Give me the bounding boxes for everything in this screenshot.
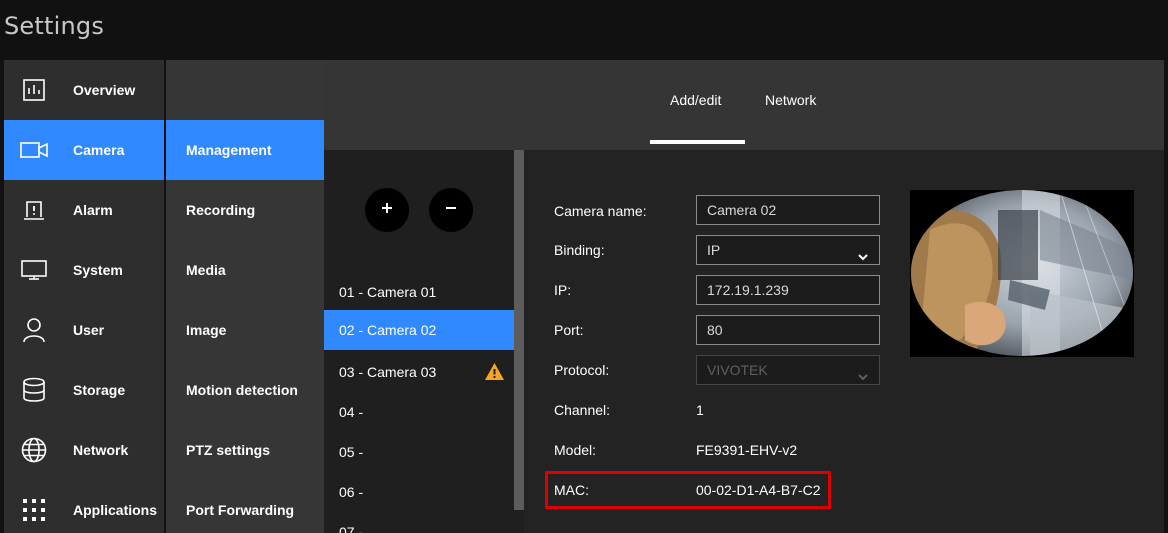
mac-value: 00-02-D1-A4-B7-C2 bbox=[696, 482, 821, 498]
sidebar-item-label: Alarm bbox=[73, 202, 113, 218]
tab-bar: Add/edit Network bbox=[324, 60, 1164, 150]
sidebar-item-system[interactable]: System bbox=[4, 240, 164, 300]
sidebar-item-user[interactable]: User bbox=[4, 300, 164, 360]
subnav-item-label: Media bbox=[186, 262, 226, 278]
camera-list-item[interactable]: 03 - Camera 03 bbox=[324, 352, 514, 392]
camera-list-scrollbar[interactable] bbox=[514, 150, 524, 533]
camera-list-item-label: 01 - Camera 01 bbox=[339, 284, 437, 300]
sidebar-item-label: Storage bbox=[73, 382, 126, 398]
binding-label: Binding: bbox=[554, 242, 605, 258]
active-tab-indicator bbox=[650, 140, 745, 144]
subnav-item-label: Image bbox=[186, 322, 227, 338]
sidebar-item-label: Applications bbox=[73, 502, 158, 518]
sidebar-item-network[interactable]: Network bbox=[4, 420, 164, 480]
alarm-icon bbox=[20, 196, 48, 224]
channel-value: 1 bbox=[696, 402, 704, 418]
sidebar-item-label: Camera bbox=[73, 142, 125, 158]
user-icon bbox=[20, 316, 48, 344]
ip-label: IP: bbox=[554, 282, 572, 298]
sidebar-item-overview[interactable]: Overview bbox=[4, 60, 164, 120]
page-title: Settings bbox=[4, 12, 105, 40]
port-input[interactable]: 80 bbox=[696, 315, 880, 345]
ip-input[interactable]: 172.19.1.239 bbox=[696, 275, 880, 305]
subnav-item-image[interactable]: Image bbox=[166, 300, 324, 360]
camera-list-item[interactable]: 01 - Camera 01 bbox=[324, 272, 514, 312]
camera-list-item-label: 07 - bbox=[339, 524, 364, 533]
add-camera-button[interactable] bbox=[365, 188, 409, 232]
camera-list-item[interactable]: 06 - bbox=[324, 472, 514, 512]
camera-list-item[interactable]: 02 - Camera 02 bbox=[324, 310, 514, 350]
binding-select[interactable]: IP bbox=[696, 235, 880, 265]
camera-list-item-label: 02 - Camera 02 bbox=[339, 322, 437, 338]
camera-list-item[interactable]: 05 - bbox=[324, 432, 514, 472]
subnav-item-label: Motion detection bbox=[186, 382, 298, 398]
port-value: 80 bbox=[707, 322, 723, 338]
sidebar-item-applications[interactable]: Applications bbox=[4, 480, 164, 533]
remove-camera-button[interactable] bbox=[429, 188, 473, 232]
apps-grid-icon bbox=[20, 496, 48, 524]
camera-subnav: Management Recording Media Image Motion … bbox=[166, 60, 324, 533]
subnav-item-label: Port Forwarding bbox=[186, 502, 295, 518]
camera-list-item[interactable]: 07 - bbox=[324, 512, 514, 533]
overview-chart-icon bbox=[20, 76, 48, 104]
model-value: FE9391-EHV-v2 bbox=[696, 442, 798, 458]
storage-icon bbox=[20, 376, 48, 404]
protocol-select: VIVOTEK bbox=[696, 355, 880, 385]
camera-list-item-label: 03 - Camera 03 bbox=[339, 364, 437, 380]
primary-sidebar: Overview Camera Alarm System User Storag… bbox=[4, 60, 164, 533]
sidebar-item-label: Network bbox=[73, 442, 129, 458]
sidebar-item-alarm[interactable]: Alarm bbox=[4, 180, 164, 240]
sidebar-item-label: Overview bbox=[73, 82, 136, 98]
camera-detail-panel: Camera name: Camera 02 Binding: IP IP: 1… bbox=[524, 150, 1164, 533]
port-label: Port: bbox=[554, 322, 584, 338]
mac-label: MAC: bbox=[554, 482, 589, 498]
tab-add-edit[interactable]: Add/edit bbox=[670, 92, 721, 108]
subnav-item-label: Management bbox=[186, 142, 272, 158]
camera-name-value: Camera 02 bbox=[707, 202, 777, 218]
chevron-down-icon bbox=[857, 244, 869, 272]
subnav-item-management[interactable]: Management bbox=[166, 120, 324, 180]
minus-icon bbox=[445, 201, 457, 219]
sidebar-item-label: System bbox=[73, 262, 123, 278]
protocol-value: VIVOTEK bbox=[707, 362, 768, 378]
subnav-item-label: Recording bbox=[186, 202, 256, 218]
plus-icon bbox=[381, 201, 393, 219]
ip-value: 172.19.1.239 bbox=[707, 282, 789, 298]
camera-list-item-label: 06 - bbox=[339, 484, 364, 500]
sidebar-item-storage[interactable]: Storage bbox=[4, 360, 164, 420]
binding-value: IP bbox=[707, 242, 721, 258]
camera-name-label: Camera name: bbox=[554, 203, 647, 219]
subnav-item-ptz-settings[interactable]: PTZ settings bbox=[166, 420, 324, 480]
camera-list-item-label: 04 - bbox=[339, 404, 364, 420]
sidebar-item-camera[interactable]: Camera bbox=[4, 120, 164, 180]
camera-list: 01 - Camera 01 02 - Camera 02 03 - Camer… bbox=[324, 150, 514, 533]
warning-icon bbox=[484, 362, 505, 386]
tab-network[interactable]: Network bbox=[765, 92, 816, 108]
subnav-item-motion-detection[interactable]: Motion detection bbox=[166, 360, 324, 420]
camera-list-item-label: 05 - bbox=[339, 444, 364, 460]
monitor-icon bbox=[20, 256, 48, 284]
subnav-item-media[interactable]: Media bbox=[166, 240, 324, 300]
subnav-item-label: PTZ settings bbox=[186, 442, 271, 458]
sidebar-item-label: User bbox=[73, 322, 105, 338]
camera-icon bbox=[20, 136, 48, 164]
model-label: Model: bbox=[554, 442, 597, 458]
subnav-item-port-forwarding[interactable]: Port Forwarding bbox=[166, 480, 324, 533]
camera-preview-image bbox=[910, 190, 1134, 357]
chevron-down-icon bbox=[857, 364, 869, 392]
scrollbar-thumb[interactable] bbox=[514, 150, 524, 510]
channel-label: Channel: bbox=[554, 402, 611, 418]
camera-name-input[interactable]: Camera 02 bbox=[696, 195, 880, 225]
globe-icon bbox=[20, 436, 48, 464]
subnav-item-recording[interactable]: Recording bbox=[166, 180, 324, 240]
protocol-label: Protocol: bbox=[554, 362, 610, 378]
camera-list-item[interactable]: 04 - bbox=[324, 392, 514, 432]
